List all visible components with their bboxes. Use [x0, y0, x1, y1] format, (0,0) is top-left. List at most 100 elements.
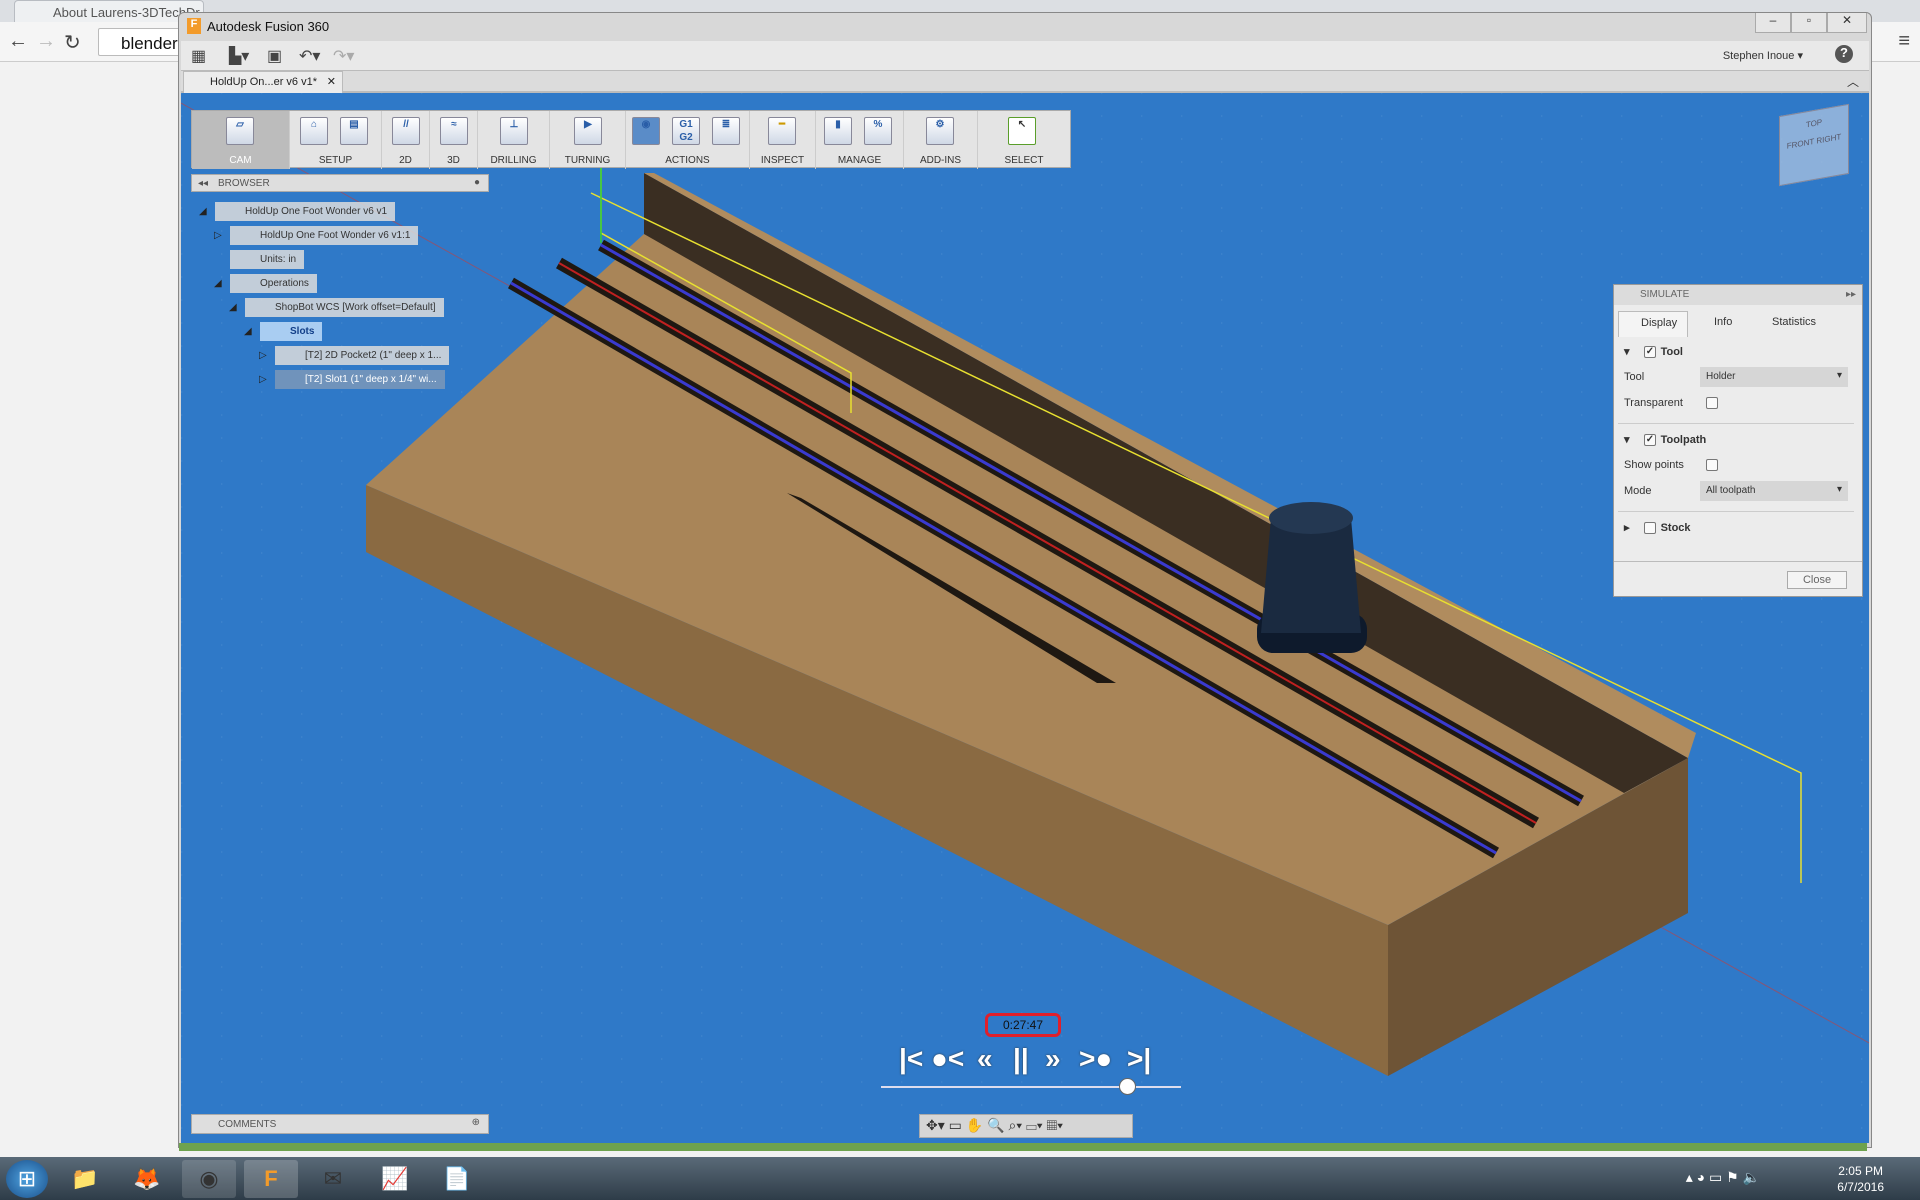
ribbon-label: 2D — [399, 155, 412, 166]
tool-section[interactable]: ▾ ✓ Tool — [1624, 345, 1683, 358]
browser-tree-item[interactable]: Units: in — [216, 250, 305, 274]
pause-icon[interactable]: || — [1013, 1043, 1029, 1075]
manage-group[interactable]: ▮% MANAGE — [816, 111, 904, 169]
mode-dropdown[interactable]: All toolpath — [1700, 481, 1848, 501]
browser-tree-item[interactable]: ▷ HoldUp One Foot Wonder v6 v1:1 — [214, 226, 419, 250]
tab-statistics[interactable]: Statistics — [1748, 311, 1832, 328]
view-cube-top[interactable]: TOP — [1806, 118, 1822, 130]
expand-toggle-icon[interactable]: ▷ — [214, 230, 222, 241]
explorer-icon[interactable]: 📁 — [58, 1160, 112, 1198]
file-menu-icon[interactable]: ▙▾ — [229, 46, 249, 66]
ribbon-label: SELECT — [1004, 155, 1044, 166]
close-button[interactable]: Close — [1787, 571, 1847, 589]
tray-icons[interactable]: ▴ ◕ ▭ ⚑ 🔈 — [1686, 1169, 1760, 1186]
chrome-icon[interactable]: ◉ — [182, 1160, 236, 1198]
save-icon[interactable]: ▣ — [267, 46, 282, 66]
forward-icon[interactable]: → — [36, 30, 56, 53]
toolpath-checkbox[interactable]: ✓ — [1644, 434, 1656, 446]
collapse-icon[interactable]: ︿ — [1847, 73, 1859, 90]
close-tab-icon[interactable]: ✕ — [327, 75, 336, 88]
3d-viewport[interactable]: TOP FRONT RIGHT ▱ CAM ⌂ ▤ SETUP //2D ≈3D ⊥ D… — [181, 93, 1869, 1143]
browser-tree-item[interactable]: ◢ HoldUp One Foot Wonder v6 v1 — [199, 202, 396, 226]
view-cube-front[interactable]: FRONT — [1787, 137, 1814, 151]
app-icon[interactable]: 📈 — [368, 1160, 422, 1198]
maximize-button[interactable]: ▫ — [1791, 13, 1827, 33]
actions-group[interactable]: ◉ G1 G2 ≣ ACTIONS — [626, 111, 750, 169]
expand-toggle-icon[interactable]: ▷ — [259, 374, 267, 385]
zoom-icon[interactable]: 🔍 — [987, 1117, 1004, 1133]
stock-checkbox[interactable] — [1644, 522, 1656, 534]
add-comment-icon[interactable]: ⊕ — [472, 1117, 480, 1128]
setup-group[interactable]: ⌂ ▤ SETUP — [290, 111, 382, 169]
display-settings-icon[interactable]: ▭▾ — [1026, 1117, 1043, 1133]
mode-label: Mode — [1624, 485, 1652, 497]
comments-panel[interactable]: COMMENTS ⊕ — [191, 1114, 489, 1134]
clock[interactable]: 2:05 PM 6/7/2016 — [1837, 1163, 1884, 1195]
tool-label: Tool — [1624, 371, 1645, 383]
expand-toggle-icon[interactable]: ◢ — [214, 278, 222, 289]
playback-slider-handle[interactable] — [1119, 1078, 1136, 1095]
fast-forward-icon[interactable]: » — [1045, 1043, 1061, 1075]
quick-access-toolbar: ▦ ▙▾ ▣ ↶▾ ↷▾ Stephen Inoue ▾ ? — [181, 41, 1869, 71]
simulate-panel: SIMULATE ▸▸ Display Info Statistics ▾ ✓ To… — [1613, 284, 1863, 597]
browser-panel-header[interactable]: ◂◂ BROWSER ● — [191, 174, 489, 192]
reload-icon[interactable]: ↻ — [64, 30, 81, 55]
browser-tree-item[interactable]: ◢ ShopBot WCS [Work offset=Default] — [229, 298, 444, 322]
show-points-checkbox[interactable] — [1706, 459, 1718, 471]
previous-point-icon[interactable]: ●< — [931, 1043, 964, 1075]
app-icon[interactable]: ✉ — [306, 1160, 360, 1198]
tool-checkbox[interactable]: ✓ — [1644, 346, 1656, 358]
stock-section[interactable]: ▸ Stock — [1624, 521, 1691, 534]
2d-group[interactable]: //2D — [382, 111, 430, 169]
data-panel-icon[interactable]: ▦ — [191, 46, 206, 66]
minus-icon[interactable]: ● — [474, 177, 480, 188]
turning-group[interactable]: ▶ TURNING — [550, 111, 626, 169]
expand-toggle-icon[interactable]: ◢ — [199, 206, 207, 217]
expand-toggle-icon[interactable]: ▷ — [259, 350, 267, 361]
minimize-button[interactable]: – — [1755, 13, 1791, 33]
menu-icon[interactable]: ≡ — [1898, 30, 1910, 53]
app-icon[interactable]: 📄 — [430, 1160, 484, 1198]
expand-icon[interactable]: ▸▸ — [1846, 289, 1856, 300]
browser-tree-item[interactable]: ◢ Operations — [214, 274, 317, 298]
start-button[interactable]: ⊞ — [6, 1160, 48, 1198]
go-to-start-icon[interactable]: |< — [899, 1043, 923, 1075]
browser-tab[interactable]: About Laurens-3DTechDr... — [14, 0, 204, 22]
next-point-icon[interactable]: >● — [1079, 1043, 1112, 1075]
back-icon[interactable]: ← — [8, 30, 28, 53]
go-to-end-icon[interactable]: >| — [1127, 1043, 1151, 1075]
orbit-icon[interactable]: ✥▾ — [926, 1117, 945, 1133]
firefox-icon[interactable]: 🦊 — [120, 1160, 174, 1198]
document-tab[interactable]: HoldUp On...er v6 v1* ✕ — [183, 71, 343, 93]
redo-icon[interactable]: ↷▾ — [333, 46, 354, 66]
expand-toggle-icon[interactable]: ◢ — [229, 302, 237, 313]
playback-slider[interactable] — [881, 1086, 1181, 1088]
pan-icon[interactable]: ✋ — [966, 1117, 983, 1133]
grid-icon[interactable]: ▦▾ — [1047, 1117, 1064, 1133]
rewind-icon[interactable]: « — [977, 1043, 993, 1075]
user-menu[interactable]: Stephen Inoue ▾ — [1723, 49, 1803, 62]
addins-group[interactable]: ⚙ ADD-INS — [904, 111, 978, 169]
look-at-icon[interactable]: ▭ — [949, 1117, 962, 1133]
expand-toggle-icon[interactable]: ◢ — [244, 326, 252, 337]
close-window-button[interactable]: ✕ — [1827, 13, 1867, 33]
view-cube-right[interactable]: RIGHT — [1816, 132, 1841, 145]
tab-info[interactable]: Info — [1690, 311, 1746, 328]
tool-dropdown[interactable]: Holder — [1700, 367, 1848, 387]
drilling-group[interactable]: ⊥ DRILLING — [478, 111, 550, 169]
tab-display[interactable]: Display — [1618, 311, 1688, 337]
toolpath-section[interactable]: ▾ ✓ Toolpath — [1624, 433, 1706, 446]
undo-icon[interactable]: ↶▾ — [299, 46, 320, 66]
collapse-browser-icon[interactable]: ◂◂ — [198, 178, 208, 189]
browser-tree-item[interactable]: ◢ Slots — [244, 322, 323, 346]
inspect-group[interactable]: ━ INSPECT — [750, 111, 816, 169]
transparent-checkbox[interactable] — [1706, 397, 1718, 409]
fusion-360-icon[interactable]: F — [244, 1160, 298, 1198]
view-cube[interactable]: TOP FRONT RIGHT — [1779, 103, 1849, 187]
fit-icon[interactable]: ⌕▾ — [1008, 1117, 1022, 1133]
divider — [1618, 511, 1854, 512]
3d-group[interactable]: ≈3D — [430, 111, 478, 169]
select-group[interactable]: ↖ SELECT — [978, 111, 1070, 169]
cam-workspace-button[interactable]: ▱ CAM — [192, 111, 290, 169]
help-icon[interactable]: ? — [1835, 45, 1853, 63]
